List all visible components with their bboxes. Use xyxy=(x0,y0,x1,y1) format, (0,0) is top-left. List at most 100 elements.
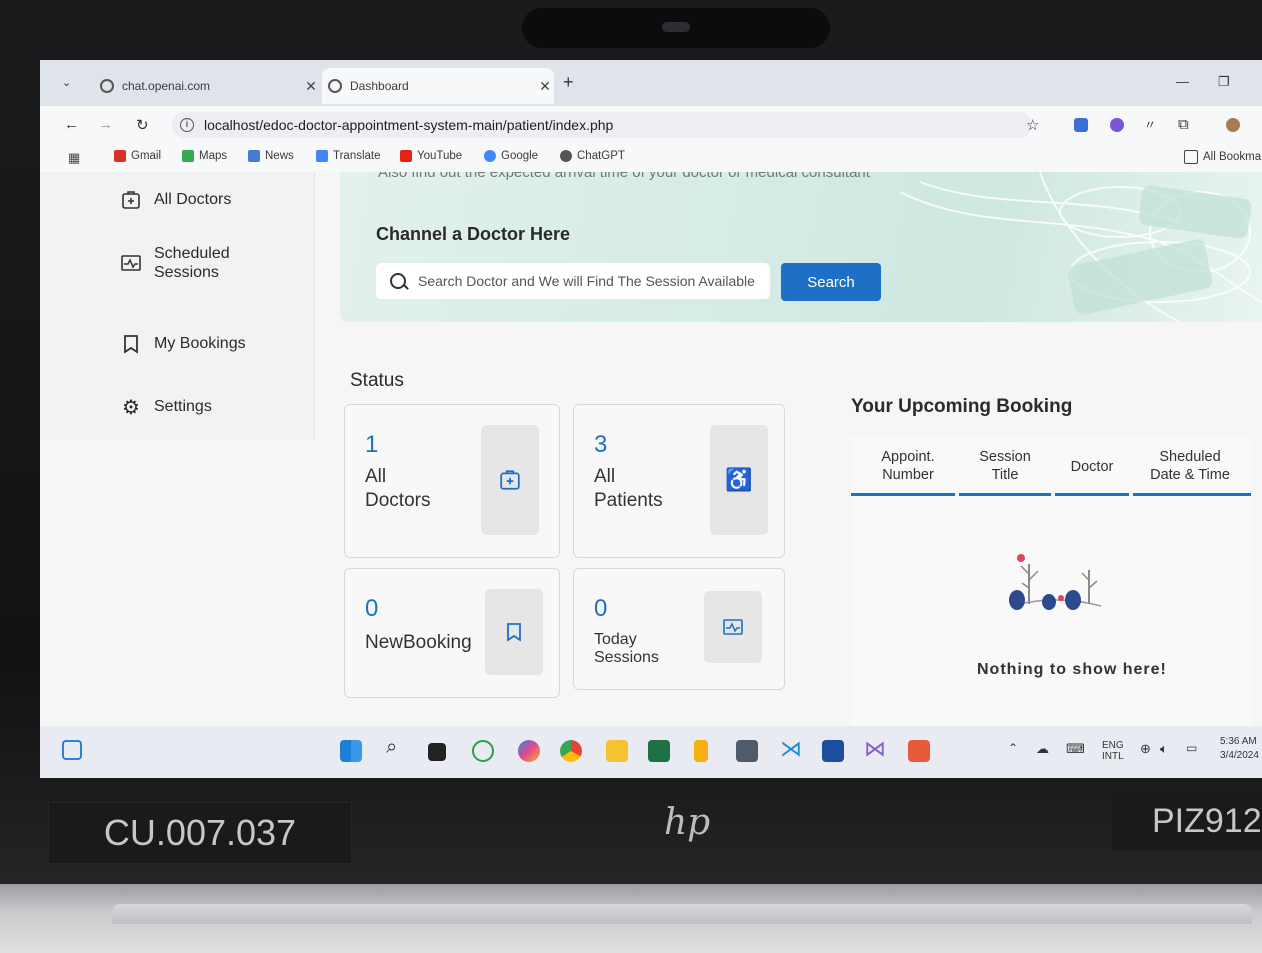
network-icon[interactable]: ⊕ xyxy=(1140,741,1151,757)
laptop-base-edge xyxy=(112,904,1252,924)
minimize-icon[interactable]: — xyxy=(1176,74,1189,89)
excel-icon[interactable] xyxy=(648,740,670,762)
extension-icon[interactable] xyxy=(1110,118,1124,132)
banner-title: Channel a Doctor Here xyxy=(376,224,571,244)
volume-icon[interactable]: 🔈︎ xyxy=(1160,741,1168,757)
tab-chat-openai[interactable]: chat.openai.com ✕ xyxy=(94,68,320,104)
clock-date[interactable]: 3/4/2024 xyxy=(1220,750,1259,761)
gmail-icon xyxy=(114,150,126,162)
search-button[interactable]: Search xyxy=(781,263,881,301)
bookmarks-bar: ▦ Gmail Maps News Translate YouTube Goog… xyxy=(40,144,1262,172)
language-indicator[interactable]: ENG INTL xyxy=(1102,740,1124,762)
avatar[interactable] xyxy=(1226,118,1240,132)
stat-card-all-doctors[interactable]: 1 All Doctors xyxy=(344,404,560,558)
bookmark-chatgpt[interactable]: ChatGPT xyxy=(560,150,625,162)
windows-taskbar: ⌕ ⋊ ⋈ ⌃ ☁ ⌨ ENG INTL ⊕ 🔈︎ ▭ 5:36 AM 3/4/… xyxy=(40,726,1262,778)
bookmark-label: Google xyxy=(501,150,539,162)
google-icon xyxy=(484,150,496,162)
sidebar-item-all-doctors[interactable]: All Doctors xyxy=(120,190,231,210)
all-bookmarks[interactable]: All Bookma xyxy=(1184,150,1261,164)
extension-icon[interactable]: 〃 xyxy=(1144,116,1156,133)
device-label: PIZ912 xyxy=(1112,792,1262,850)
bookmark-gmail[interactable]: Gmail xyxy=(114,150,161,162)
bookmark-label: YouTube xyxy=(417,150,463,162)
url-text: localhost/edoc-doctor-appointment-system… xyxy=(204,117,614,133)
hp-logo: hp xyxy=(664,802,711,843)
sidebar-item-my-bookings[interactable]: My Bookings xyxy=(120,334,246,354)
stat-icon-box xyxy=(485,589,543,675)
new-tab-button[interactable]: + xyxy=(563,72,574,93)
column-header-scheduled-date[interactable]: Sheduled Date & Time xyxy=(1133,448,1247,484)
file-explorer-icon[interactable] xyxy=(606,740,628,762)
puzzle-icon[interactable]: ⧉ xyxy=(1178,116,1189,133)
whatsapp-icon[interactable] xyxy=(472,740,494,762)
column-header-doctor[interactable]: Doctor xyxy=(1055,458,1129,476)
store-icon[interactable] xyxy=(822,740,844,762)
column-header-appointment-number[interactable]: Appoint. Number xyxy=(859,448,957,484)
bookmark-news[interactable]: News xyxy=(248,150,294,162)
bookmark-google[interactable]: Google xyxy=(484,150,538,162)
column-header-session-title[interactable]: Session Title xyxy=(959,448,1051,484)
globe-icon xyxy=(100,79,114,93)
close-tab-icon[interactable]: ✕ xyxy=(536,78,554,95)
windows-start-icon[interactable] xyxy=(340,740,362,762)
chevron-up-icon[interactable]: ⌃ xyxy=(1008,741,1018,755)
stat-card-all-patients[interactable]: 3 All Patients ♿ xyxy=(573,404,785,558)
sidebar-item-settings[interactable]: ⚙ Settings xyxy=(120,397,212,419)
sidebar-item-scheduled-sessions[interactable]: Scheduled Sessions xyxy=(120,244,230,282)
bookmark-translate[interactable]: Translate xyxy=(316,150,381,162)
xampp-icon[interactable] xyxy=(908,740,930,762)
stat-label: All Patients xyxy=(594,466,663,511)
bookmark-icon xyxy=(507,623,521,642)
web-page: All Doctors Scheduled Sessions My Bookin… xyxy=(40,172,1262,726)
site-info-icon[interactable]: i xyxy=(180,118,194,132)
bookmark-label: Maps xyxy=(199,150,228,162)
visual-studio-icon[interactable]: ⋈ xyxy=(864,736,886,761)
stat-icon-box xyxy=(704,591,762,663)
doctor-search-input[interactable]: Search Doctor and We will Find The Sessi… xyxy=(376,263,770,299)
apps-grid-icon[interactable]: ▦ xyxy=(68,150,80,166)
tab-search-chevron-icon[interactable]: ⌄ xyxy=(62,76,71,89)
extension-icon[interactable] xyxy=(1074,118,1088,132)
cloud-icon[interactable]: ☁ xyxy=(1036,741,1049,757)
copilot-icon[interactable] xyxy=(518,740,540,762)
forward-icon[interactable]: → xyxy=(98,116,113,133)
stat-card-new-booking[interactable]: 0 NewBooking xyxy=(344,568,560,698)
column-underline xyxy=(1055,493,1129,496)
face-mask-illustration xyxy=(899,172,1262,322)
stat-label: Today Sessions xyxy=(594,631,659,666)
bookmark-youtube[interactable]: YouTube xyxy=(400,150,462,162)
session-chart-icon xyxy=(120,253,142,273)
close-tab-icon[interactable]: ✕ xyxy=(302,78,320,95)
battery-icon[interactable]: ▭ xyxy=(1186,741,1197,755)
stat-value: 0 xyxy=(365,595,379,622)
app-icon[interactable] xyxy=(736,740,758,762)
upcoming-booking-title: Your Upcoming Booking xyxy=(851,396,1073,417)
restore-icon[interactable]: ❐ xyxy=(1218,74,1230,90)
stat-card-today-sessions[interactable]: 0 Today Sessions xyxy=(573,568,785,690)
column-underline xyxy=(959,493,1051,496)
widgets-icon[interactable] xyxy=(62,740,82,760)
bookmark-maps[interactable]: Maps xyxy=(182,150,227,162)
search-placeholder: Search Doctor and We will Find The Sessi… xyxy=(418,273,755,289)
stat-value: 3 xyxy=(594,431,608,458)
reload-icon[interactable]: ↻ xyxy=(136,116,149,134)
youtube-icon xyxy=(400,150,412,162)
banner-subtitle: Also find out the expected arrival time … xyxy=(378,172,870,181)
empty-state-text: Nothing to show here! xyxy=(977,661,1167,678)
url-field[interactable]: i localhost/edoc-doctor-appointment-syst… xyxy=(172,112,1032,138)
task-view-icon[interactable] xyxy=(428,743,446,761)
sidebar: All Doctors Scheduled Sessions My Bookin… xyxy=(40,172,315,440)
keyboard-icon[interactable]: ⌨ xyxy=(1066,741,1085,757)
tab-dashboard[interactable]: Dashboard ✕ xyxy=(322,68,554,104)
vscode-icon[interactable]: ⋊ xyxy=(780,736,802,761)
chrome-icon[interactable] xyxy=(560,740,582,762)
search-icon[interactable]: ⌕ xyxy=(386,736,408,758)
clock-time[interactable]: 5:36 AM xyxy=(1220,736,1257,747)
powerbi-icon[interactable] xyxy=(694,740,708,762)
screen: ⌄ chat.openai.com ✕ Dashboard ✕ + — ❐ ← … xyxy=(40,60,1262,778)
back-icon[interactable]: ← xyxy=(64,116,79,133)
star-icon[interactable]: ☆ xyxy=(1026,116,1039,134)
bookmark-label: ChatGPT xyxy=(577,150,625,162)
sidebar-item-label: Settings xyxy=(154,398,212,415)
